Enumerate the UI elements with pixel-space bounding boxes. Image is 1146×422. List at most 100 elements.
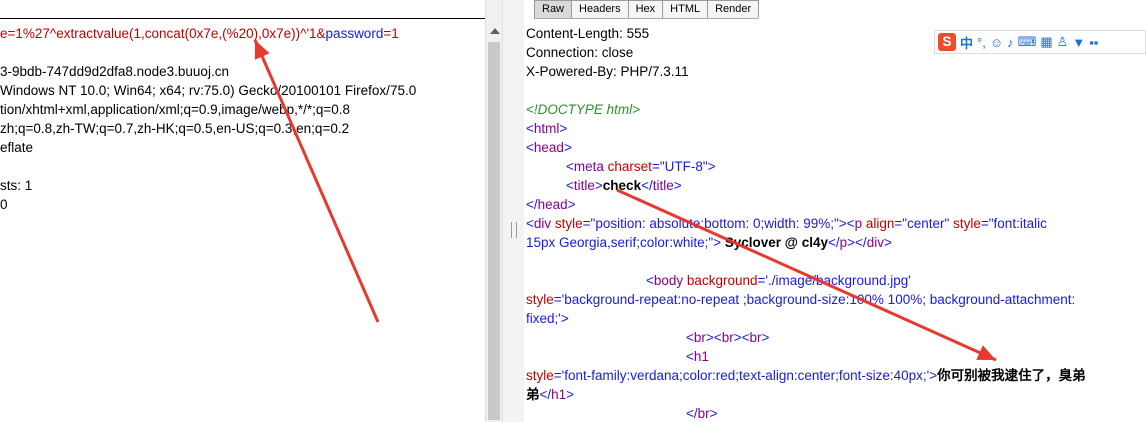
shirt-icon[interactable]: ▼ [1072,35,1085,50]
code-token: >< [705,330,722,345]
code-token: </ [686,406,698,421]
code-line: <div style="position: absolute;bottom: 0… [526,214,1047,233]
code-token: < [526,140,534,155]
code-token: > [761,330,770,345]
request-scrollbar[interactable] [485,0,503,422]
code-token: 0 [0,197,8,212]
code-token: < [646,273,654,288]
code-token: ="position: absolute;bottom: 0;width: 99… [582,216,855,231]
code-token: title [573,178,595,193]
code-token: </ [828,235,840,250]
keyboard-icon[interactable]: ⌨ [1018,34,1037,50]
code-token: ="font:italic [980,216,1047,231]
code-token: title [652,178,674,193]
code-line: eflate [0,138,33,157]
code-line: 3-9bdb-747dd9d2dfa8.node3.buuoj.cn [0,62,229,81]
code-line: e=1%27^extractvalue(1,concat(0x7e,(%20),… [0,24,399,43]
code-token: > [559,121,568,136]
apps-icon[interactable]: ▪▪ [1089,35,1098,50]
code-token: fixed;'> [526,311,569,326]
code-token: < [526,216,534,231]
code-token: </ [539,387,552,402]
code-token: 3-9bdb-747dd9d2dfa8.node3.buuoj.cn [0,64,229,79]
tab-render[interactable]: Render [707,0,760,18]
splitter-grip-icon[interactable] [511,222,517,238]
code-token: Syclover @ cl4y [721,235,828,250]
code-token: > [594,178,603,193]
tab-raw[interactable]: Raw [534,0,573,18]
code-token: ="UTF-8"> [651,159,716,174]
code-line: 0 [0,195,8,214]
punctuation-icon[interactable]: °, [977,35,986,50]
request-editor[interactable]: e=1%27^extractvalue(1,concat(0x7e,(%20),… [0,0,485,422]
code-token: ="center" [894,216,954,231]
code-line: <!DOCTYPE html> [526,100,640,119]
code-token: align [865,216,895,231]
code-line: zh;q=0.8,zh-TW;q=0.7,zh-HK;q=0.5,en-US;q… [0,119,349,138]
code-token: tion/xhtml+xml,application/xml;q=0.9,ima… [0,102,351,117]
code-token: br [721,330,734,345]
code-token: ></ [847,235,867,250]
code-line: tion/xhtml+xml,application/xml;q=0.9,ima… [0,100,350,119]
code-line: 15px Georgia,serif;color:white;"> Syclov… [526,233,892,252]
ime-language-toggle[interactable]: 中 [960,33,973,52]
code-token: sts: 1 [0,178,33,193]
code-token: > [883,235,892,250]
code-token: < [566,159,574,174]
response-tabs: Raw Headers Hex HTML Render [534,0,760,19]
code-token: style [526,292,554,307]
grid-icon[interactable]: ▦ [1040,34,1052,50]
scroll-thumb[interactable] [488,42,500,420]
tab-hex[interactable]: Hex [627,0,664,18]
code-token: eflate [0,140,34,155]
code-token: body [653,273,687,288]
pane-splitter[interactable] [502,0,526,422]
ime-toolbar[interactable]: S 中 °, ☺ ♪ ⌨ ▦ ♙ ▼ ▪▪ [934,30,1146,54]
scroll-up-icon[interactable] [490,28,500,34]
code-line: Windows NT 10.0; Win64; x64; rv:75.0) Ge… [0,81,416,100]
code-token: Content-Length: 555 [526,26,650,41]
code-token: < [566,178,574,193]
code-token: ='background-repeat:no-repeat ;backgroun… [553,292,1076,307]
code-token: > [566,387,575,402]
code-token: style [953,216,981,231]
code-line: </head> [526,195,576,214]
sogou-logo-icon[interactable]: S [938,33,956,51]
code-line: <body background='./image/background.jpg… [646,271,911,290]
microphone-icon[interactable]: ♪ [1007,35,1014,50]
code-token: =1 [383,26,399,41]
code-token: 弟 [526,387,540,402]
editor-divider [0,18,485,19]
code-line: <html> [526,119,567,138]
person-icon[interactable]: ♙ [1057,34,1069,50]
code-line: <br><br><br> [686,328,769,347]
emoji-icon[interactable]: ☺ [990,35,1003,50]
tab-headers[interactable]: Headers [571,0,629,18]
code-token: style [526,368,554,383]
tab-html[interactable]: HTML [662,0,709,18]
code-token: br [697,406,710,421]
code-token: > [563,140,572,155]
code-token: </ [526,197,538,212]
code-token: X-Powered-By: PHP/7.3.11 [526,64,689,79]
code-line: <head> [526,138,572,157]
code-line: sts: 1 [0,176,32,195]
code-token: br [693,330,706,345]
code-token: > [673,178,682,193]
code-token: div [533,216,555,231]
code-token: e=1%27^extractvalue(1,concat(0x7e,(%20),… [0,26,326,41]
code-token: > [567,197,576,212]
code-token: style [554,216,583,231]
code-token: html [533,121,560,136]
code-line: <meta charset="UTF-8"> [566,157,716,176]
response-panel: Raw Headers Hex HTML Render Content-Length: … [524,0,1146,422]
code-line: style='background-repeat:no-repeat ;back… [526,290,1075,309]
code-token: ='font-family:verdana;color:red;text-ali… [553,368,938,383]
code-token: background [686,273,758,288]
code-line: X-Powered-By: PHP/7.3.11 [526,62,689,81]
code-token: >< [733,330,750,345]
code-token: h1 [551,387,567,402]
code-line: style='font-family:verdana;color:red;tex… [526,366,1086,385]
code-line: <title>check</title> [566,176,682,195]
code-token: < [686,330,694,345]
